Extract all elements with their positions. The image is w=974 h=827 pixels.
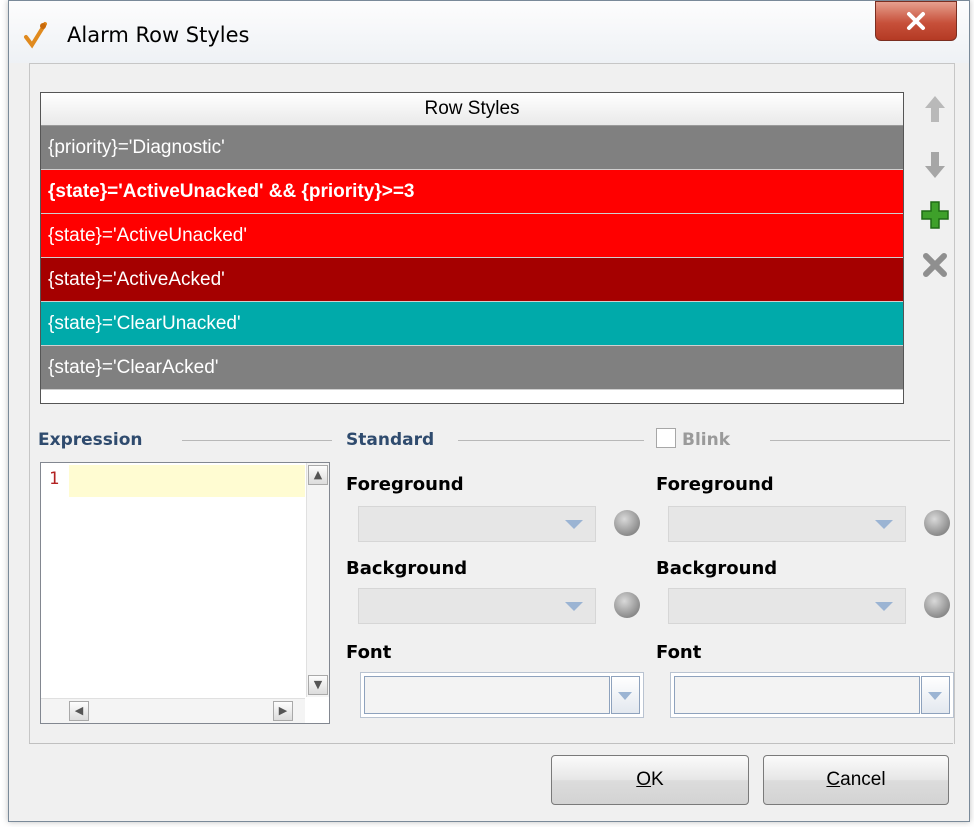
wrench-edit-icon — [23, 21, 47, 49]
table-row[interactable]: {state}='ClearAcked' — [41, 346, 903, 390]
horizontal-scrollbar[interactable]: ◀ ▶ — [41, 698, 305, 723]
blink-background-color-picker[interactable] — [924, 592, 950, 618]
cancel-label-rest: ancel — [840, 769, 886, 790]
line-number: 1 — [49, 469, 60, 489]
expression-section-label: Expression — [38, 430, 143, 450]
scroll-right-icon[interactable]: ▶ — [273, 701, 293, 721]
scroll-down-icon[interactable]: ▼ — [308, 675, 328, 695]
vertical-scrollbar[interactable]: ▲ ▼ — [306, 463, 329, 697]
table-body: {priority}='Diagnostic' {state}='ActiveUn… — [41, 126, 903, 390]
chevron-down-icon — [875, 602, 893, 611]
blink-separator — [770, 440, 950, 441]
chevron-down-icon — [618, 692, 632, 700]
add-icon — [921, 201, 949, 229]
chevron-down-icon — [565, 602, 583, 611]
blink-label: Blink — [682, 430, 731, 450]
add-style-button[interactable] — [920, 198, 950, 232]
standard-separator — [458, 440, 644, 441]
move-down-button[interactable] — [920, 148, 950, 182]
table-header[interactable]: Row Styles — [41, 93, 903, 126]
title-bar[interactable]: Alarm Row Styles — [9, 1, 969, 63]
row-styles-table[interactable]: Row Styles {priority}='Diagnostic' {state… — [40, 92, 904, 404]
standard-foreground-color-picker[interactable] — [614, 510, 640, 536]
delete-style-button[interactable] — [920, 248, 950, 282]
chevron-down-icon — [928, 692, 942, 700]
standard-section-label: Standard — [346, 430, 435, 450]
move-up-button[interactable] — [920, 92, 950, 126]
blink-background-select[interactable] — [668, 588, 906, 624]
standard-font-select[interactable] — [360, 672, 644, 718]
standard-background-select[interactable] — [358, 588, 596, 624]
move-up-icon — [925, 96, 945, 122]
blink-background-label: Background — [656, 558, 778, 579]
font-dropdown-button[interactable] — [611, 676, 640, 714]
table-row[interactable]: {state}='ActiveUnacked' && {priority}>=3 — [41, 170, 903, 214]
standard-font-label: Font — [346, 642, 392, 663]
blink-font-select[interactable] — [670, 672, 954, 718]
alarm-row-styles-dialog: Alarm Row Styles Row Styles {priority}='… — [8, 0, 970, 822]
expression-separator — [182, 440, 332, 441]
ok-button[interactable]: OK — [551, 755, 749, 805]
blink-checkbox[interactable] — [656, 428, 676, 448]
scroll-up-icon[interactable]: ▲ — [308, 465, 328, 485]
scroll-left-icon[interactable]: ◀ — [69, 701, 89, 721]
ok-label-rest: K — [651, 769, 664, 790]
blink-foreground-select[interactable] — [668, 506, 906, 542]
cancel-mnemonic: C — [826, 769, 841, 790]
standard-background-color-picker[interactable] — [614, 592, 640, 618]
blink-font-label: Font — [656, 642, 702, 663]
font-field[interactable] — [364, 676, 610, 714]
window-title: Alarm Row Styles — [67, 23, 250, 47]
standard-foreground-select[interactable] — [358, 506, 596, 542]
delete-icon — [923, 253, 947, 277]
button-bar: OK Cancel — [29, 743, 953, 820]
table-row[interactable]: {state}='ActiveUnacked' — [41, 214, 903, 258]
chevron-down-icon — [875, 520, 893, 529]
chevron-down-icon — [565, 520, 583, 529]
cancel-button[interactable]: Cancel — [763, 755, 949, 805]
ok-mnemonic: O — [636, 769, 652, 790]
table-row[interactable]: {priority}='Diagnostic' — [41, 126, 903, 170]
blink-foreground-label: Foreground — [656, 474, 774, 495]
move-down-icon — [925, 152, 945, 178]
standard-foreground-label: Foreground — [346, 474, 464, 495]
current-line-highlight — [69, 465, 305, 497]
expression-editor[interactable]: 1 ▲ ▼ ◀ ▶ — [40, 462, 330, 724]
table-row[interactable]: {state}='ActiveAcked' — [41, 258, 903, 302]
close-icon — [907, 12, 925, 30]
standard-background-label: Background — [346, 558, 468, 579]
dialog-content: Row Styles {priority}='Diagnostic' {state… — [29, 63, 955, 744]
blink-foreground-color-picker[interactable] — [924, 510, 950, 536]
font-field[interactable] — [674, 676, 920, 714]
font-dropdown-button[interactable] — [921, 676, 950, 714]
table-row[interactable]: {state}='ClearUnacked' — [41, 302, 903, 346]
close-button[interactable] — [875, 1, 957, 41]
